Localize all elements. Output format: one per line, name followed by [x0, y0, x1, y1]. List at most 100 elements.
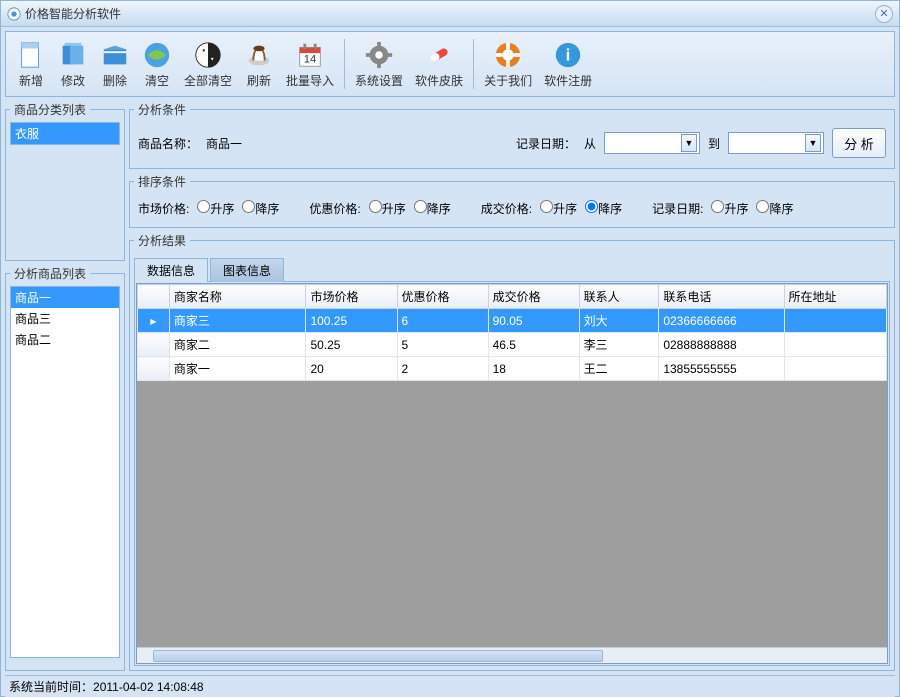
result-tabs: 数据信息图表信息: [134, 257, 890, 281]
toolbar-about[interactable]: 关于我们: [478, 36, 538, 93]
toolbar-clearall[interactable]: 全部清空: [178, 36, 238, 93]
table-row[interactable]: ▸商家三100.25690.05刘大02366666666: [138, 309, 887, 333]
clearall-icon: [193, 40, 223, 70]
sort-radio[interactable]: 升序: [197, 200, 234, 217]
table-cell: 商家三: [169, 309, 306, 333]
table-cell: 商家二: [169, 333, 306, 357]
toolbar: 新增 修改 删除 清空 全部清空 刷新 14 批量导入 系统设置 软件皮肤 关于…: [5, 31, 895, 97]
lifebuoy-icon: [493, 40, 523, 70]
table-cell: 5: [397, 333, 488, 357]
toolbar-delete[interactable]: 删除: [94, 36, 136, 93]
app-icon: [7, 7, 21, 21]
sort-group-label: 市场价格:: [138, 200, 189, 217]
name-label: 商品名称：: [138, 135, 198, 152]
delete-icon: [100, 40, 130, 70]
info-icon: i: [553, 40, 583, 70]
toolbar-settings[interactable]: 系统设置: [349, 36, 409, 93]
svg-text:14: 14: [304, 53, 317, 65]
column-header[interactable]: 成交价格: [488, 285, 579, 309]
category-listbox[interactable]: 衣服: [10, 122, 120, 145]
table-cell: [784, 309, 886, 333]
table-cell: 6: [397, 309, 488, 333]
table-cell: 李三: [579, 333, 659, 357]
table-cell: 100.25: [306, 309, 397, 333]
table-cell: 2: [397, 357, 488, 381]
table-cell: 王二: [579, 357, 659, 381]
toolbar-register[interactable]: i 软件注册: [538, 36, 598, 93]
column-header[interactable]: 优惠价格: [397, 285, 488, 309]
horizontal-scrollbar[interactable]: [137, 647, 887, 663]
sort-radio[interactable]: 降序: [585, 200, 622, 217]
sort-radio[interactable]: 升序: [711, 200, 748, 217]
sort-radio[interactable]: 降序: [414, 200, 451, 217]
column-header[interactable]: 市场价格: [306, 285, 397, 309]
product-item[interactable]: 商品三: [11, 308, 119, 329]
table-cell: [784, 357, 886, 381]
category-item[interactable]: 衣服: [11, 123, 119, 144]
sort-radio[interactable]: 降序: [242, 200, 279, 217]
data-grid[interactable]: 商家名称市场价格优惠价格成交价格联系人联系电话所在地址▸商家三100.25690…: [136, 283, 888, 664]
svg-text:i: i: [566, 45, 571, 64]
tab-body: 商家名称市场价格优惠价格成交价格联系人联系电话所在地址▸商家三100.25690…: [134, 281, 890, 666]
toolbar-refresh[interactable]: 刷新: [238, 36, 280, 93]
row-indicator: [138, 333, 170, 357]
table-cell: 02888888888: [659, 333, 784, 357]
status-label: 系统当前时间：: [9, 678, 93, 695]
dropdown-icon: ▼: [681, 134, 697, 152]
sort-radio[interactable]: 降序: [756, 200, 793, 217]
toolbar-separator: [344, 39, 345, 89]
table-row[interactable]: 商家二50.25546.5李三02888888888: [138, 333, 887, 357]
analyze-button[interactable]: 分 析: [832, 128, 886, 158]
dropdown-icon: ▼: [805, 134, 821, 152]
refresh-icon: [244, 40, 274, 70]
toolbar-skin[interactable]: 软件皮肤: [409, 36, 469, 93]
table-row[interactable]: 商家一20218王二13855555555: [138, 357, 887, 381]
column-header[interactable]: 联系电话: [659, 285, 784, 309]
toolbar-clear[interactable]: 清空: [136, 36, 178, 93]
from-label: 从: [584, 135, 596, 152]
date-label: 记录日期：: [516, 135, 576, 152]
close-button[interactable]: ✕: [875, 5, 893, 23]
date-to-select[interactable]: ▼: [728, 132, 824, 154]
category-group: 商品分类列表 衣服: [5, 101, 125, 261]
condition-title: 分析条件: [134, 101, 190, 118]
new-icon: [16, 40, 46, 70]
sort-radio[interactable]: 升序: [369, 200, 406, 217]
pill-icon: [424, 40, 454, 70]
sort-group-label: 记录日期:: [652, 200, 703, 217]
product-listbox[interactable]: 商品一商品三商品二: [10, 286, 120, 658]
table-cell: 46.5: [488, 333, 579, 357]
titlebar: 价格智能分析软件 ✕: [1, 1, 899, 27]
category-title: 商品分类列表: [10, 101, 90, 118]
column-header[interactable]: 所在地址: [784, 285, 886, 309]
product-item[interactable]: 商品一: [11, 287, 119, 308]
table-cell: 50.25: [306, 333, 397, 357]
toolbar-edit[interactable]: 修改: [52, 36, 94, 93]
product-group: 分析商品列表 商品一商品三商品二: [5, 265, 125, 671]
result-tab[interactable]: 图表信息: [210, 258, 284, 282]
sort-group-label: 成交价格:: [481, 200, 532, 217]
date-from-select[interactable]: ▼: [604, 132, 700, 154]
product-item[interactable]: 商品二: [11, 329, 119, 350]
toolbar-new[interactable]: 新增: [10, 36, 52, 93]
calendar-icon: 14: [295, 40, 325, 70]
to-label: 到: [708, 135, 720, 152]
column-header[interactable]: 联系人: [579, 285, 659, 309]
result-tab[interactable]: 数据信息: [134, 258, 208, 282]
gear-icon: [364, 40, 394, 70]
name-value: 商品一: [206, 135, 242, 152]
toolbar-import[interactable]: 14 批量导入: [280, 36, 340, 93]
scroll-thumb[interactable]: [153, 650, 603, 662]
sort-title: 排序条件: [134, 173, 190, 190]
table-cell: 商家一: [169, 357, 306, 381]
table-cell: 20: [306, 357, 397, 381]
window-title: 价格智能分析软件: [25, 5, 121, 22]
toolbar-separator: [473, 39, 474, 89]
sort-radio[interactable]: 升序: [540, 200, 577, 217]
clear-icon: [142, 40, 172, 70]
statusbar: 系统当前时间： 2011-04-02 14:08:48: [5, 675, 895, 697]
edit-icon: [58, 40, 88, 70]
result-group: 分析结果 数据信息图表信息 商家名称市场价格优惠价格成交价格联系人联系电话所在地…: [129, 232, 895, 671]
table-cell: 02366666666: [659, 309, 784, 333]
column-header[interactable]: 商家名称: [169, 285, 306, 309]
